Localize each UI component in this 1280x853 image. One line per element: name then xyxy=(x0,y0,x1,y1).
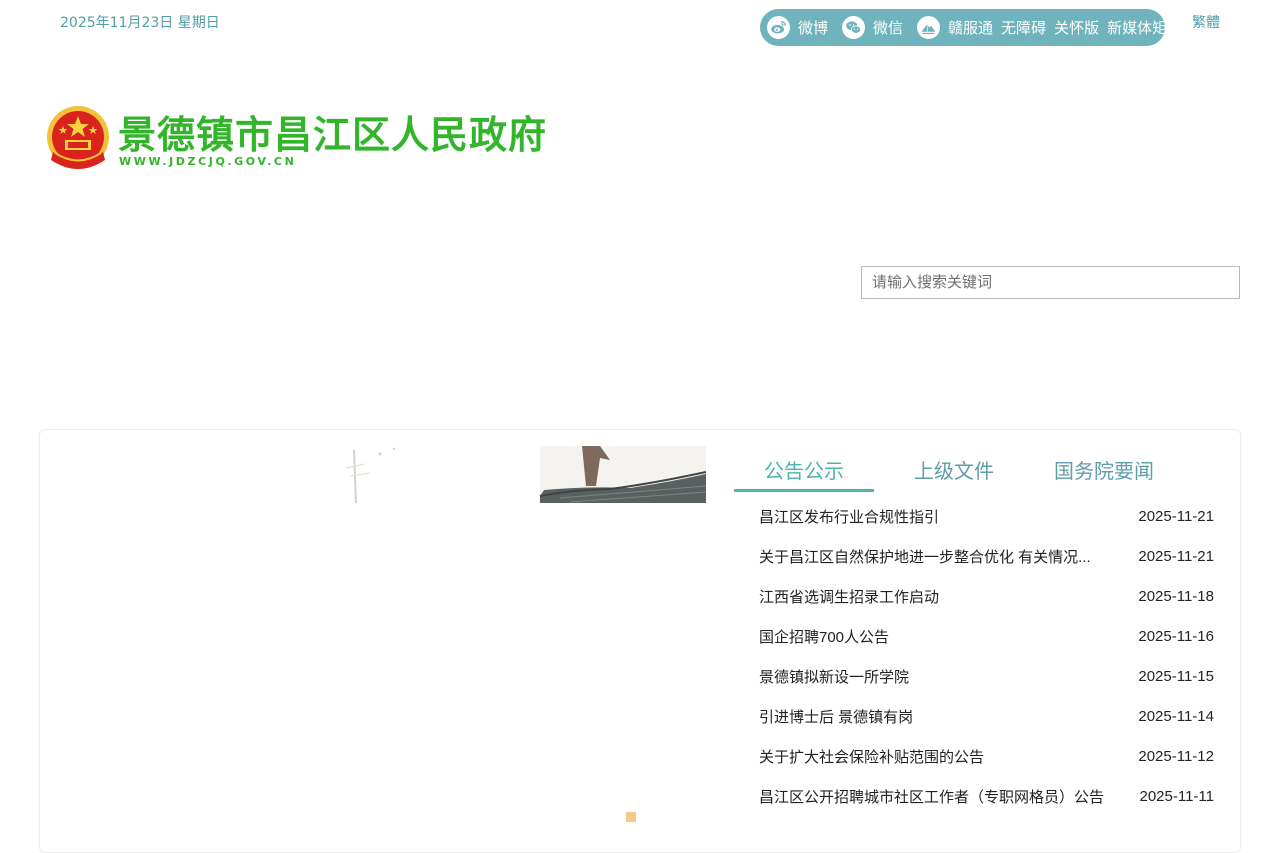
news-date: 2025-11-16 xyxy=(1138,627,1214,645)
list-item[interactable]: 昌江区公开招聘城市社区工作者（专职网格员）公告 2025-11-11 xyxy=(759,776,1214,816)
news-title[interactable]: 关于扩大社会保险补贴范围的公告 xyxy=(759,746,984,767)
wechat-link[interactable]: 微信 xyxy=(842,16,917,39)
current-date: 2025年11月23日 星期日 xyxy=(60,15,220,31)
news-title[interactable]: 引进博士后 景德镇有岗 xyxy=(759,706,913,727)
tab-superior-documents[interactable]: 上级文件 xyxy=(894,446,1014,493)
tab-announcements[interactable]: 公告公示 xyxy=(734,446,874,493)
list-item[interactable]: 关于扩大社会保险补贴范围的公告 2025-11-12 xyxy=(759,736,1214,776)
news-date: 2025-11-21 xyxy=(1138,547,1214,565)
list-item[interactable]: 景德镇拟新设一所学院 2025-11-15 xyxy=(759,656,1214,696)
search-input[interactable] xyxy=(861,266,1240,299)
list-item[interactable]: 昌江区发布行业合规性指引 2025-11-21 xyxy=(759,496,1214,536)
social-links-bar: 微博 微信 赣服通 无障碍 关怀版 新媒体矩阵 xyxy=(760,9,1182,46)
weibo-label: 微博 xyxy=(798,19,829,37)
list-item[interactable]: 引进博士后 景德镇有岗 2025-11-14 xyxy=(759,696,1214,736)
news-list: 昌江区发布行业合规性指引 2025-11-21 关于昌江区自然保护地进一步整合优… xyxy=(759,496,1214,816)
news-tabs: 公告公示 上级文件 国务院要闻 xyxy=(734,446,1214,493)
ganfutong-label: 赣服通 xyxy=(948,19,994,37)
news-title[interactable]: 昌江区公开招聘城市社区工作者（专职网格员）公告 xyxy=(759,786,1104,807)
news-title[interactable]: 关于昌江区自然保护地进一步整合优化 有关情况... xyxy=(759,546,1091,567)
traditional-chinese-toggle[interactable]: 繁體 xyxy=(1192,12,1220,32)
ganfutong-link[interactable]: 赣服通 xyxy=(917,16,1001,39)
national-emblem-logo[interactable] xyxy=(45,104,111,178)
list-item[interactable]: 国企招聘700人公告 2025-11-16 xyxy=(759,616,1214,656)
news-date: 2025-11-12 xyxy=(1138,747,1214,765)
page: 2025年11月23日 星期日 微博 微信 赣服通 无障碍 关怀版 新媒体矩阵 … xyxy=(0,0,1280,853)
weibo-link[interactable]: 微博 xyxy=(767,16,842,39)
news-date: 2025-11-21 xyxy=(1138,507,1214,525)
mountain-icon xyxy=(917,16,941,39)
accessibility-link[interactable]: 无障碍 xyxy=(1001,17,1046,38)
list-item[interactable]: 关于昌江区自然保护地进一步整合优化 有关情况... 2025-11-21 xyxy=(759,536,1214,576)
site-url: WWW.JDZCJQ.GOV.CN xyxy=(119,155,297,168)
tab-state-council-news[interactable]: 国务院要闻 xyxy=(1034,446,1174,493)
site-title[interactable]: 景德镇市昌江区人民政府 xyxy=(118,104,547,159)
care-mode-link[interactable]: 关怀版 xyxy=(1054,17,1099,38)
news-date: 2025-11-11 xyxy=(1139,787,1214,805)
weibo-icon xyxy=(767,16,790,39)
news-title[interactable]: 景德镇拟新设一所学院 xyxy=(759,666,909,687)
news-date: 2025-11-18 xyxy=(1138,587,1214,605)
news-date: 2025-11-15 xyxy=(1138,667,1214,685)
slider-indicator-dot[interactable] xyxy=(626,812,636,822)
list-item[interactable]: 江西省选调生招录工作启动 2025-11-18 xyxy=(759,576,1214,616)
active-tab-indicator xyxy=(734,489,874,492)
news-slider-image[interactable] xyxy=(330,446,706,503)
wechat-label: 微信 xyxy=(873,19,904,37)
wechat-icon xyxy=(842,16,866,39)
media-matrix-link[interactable]: 新媒体矩阵 xyxy=(1107,17,1182,38)
news-title[interactable]: 江西省选调生招录工作启动 xyxy=(759,586,939,607)
news-date: 2025-11-14 xyxy=(1138,707,1214,725)
news-title[interactable]: 国企招聘700人公告 xyxy=(759,626,889,647)
news-title[interactable]: 昌江区发布行业合规性指引 xyxy=(759,506,939,527)
